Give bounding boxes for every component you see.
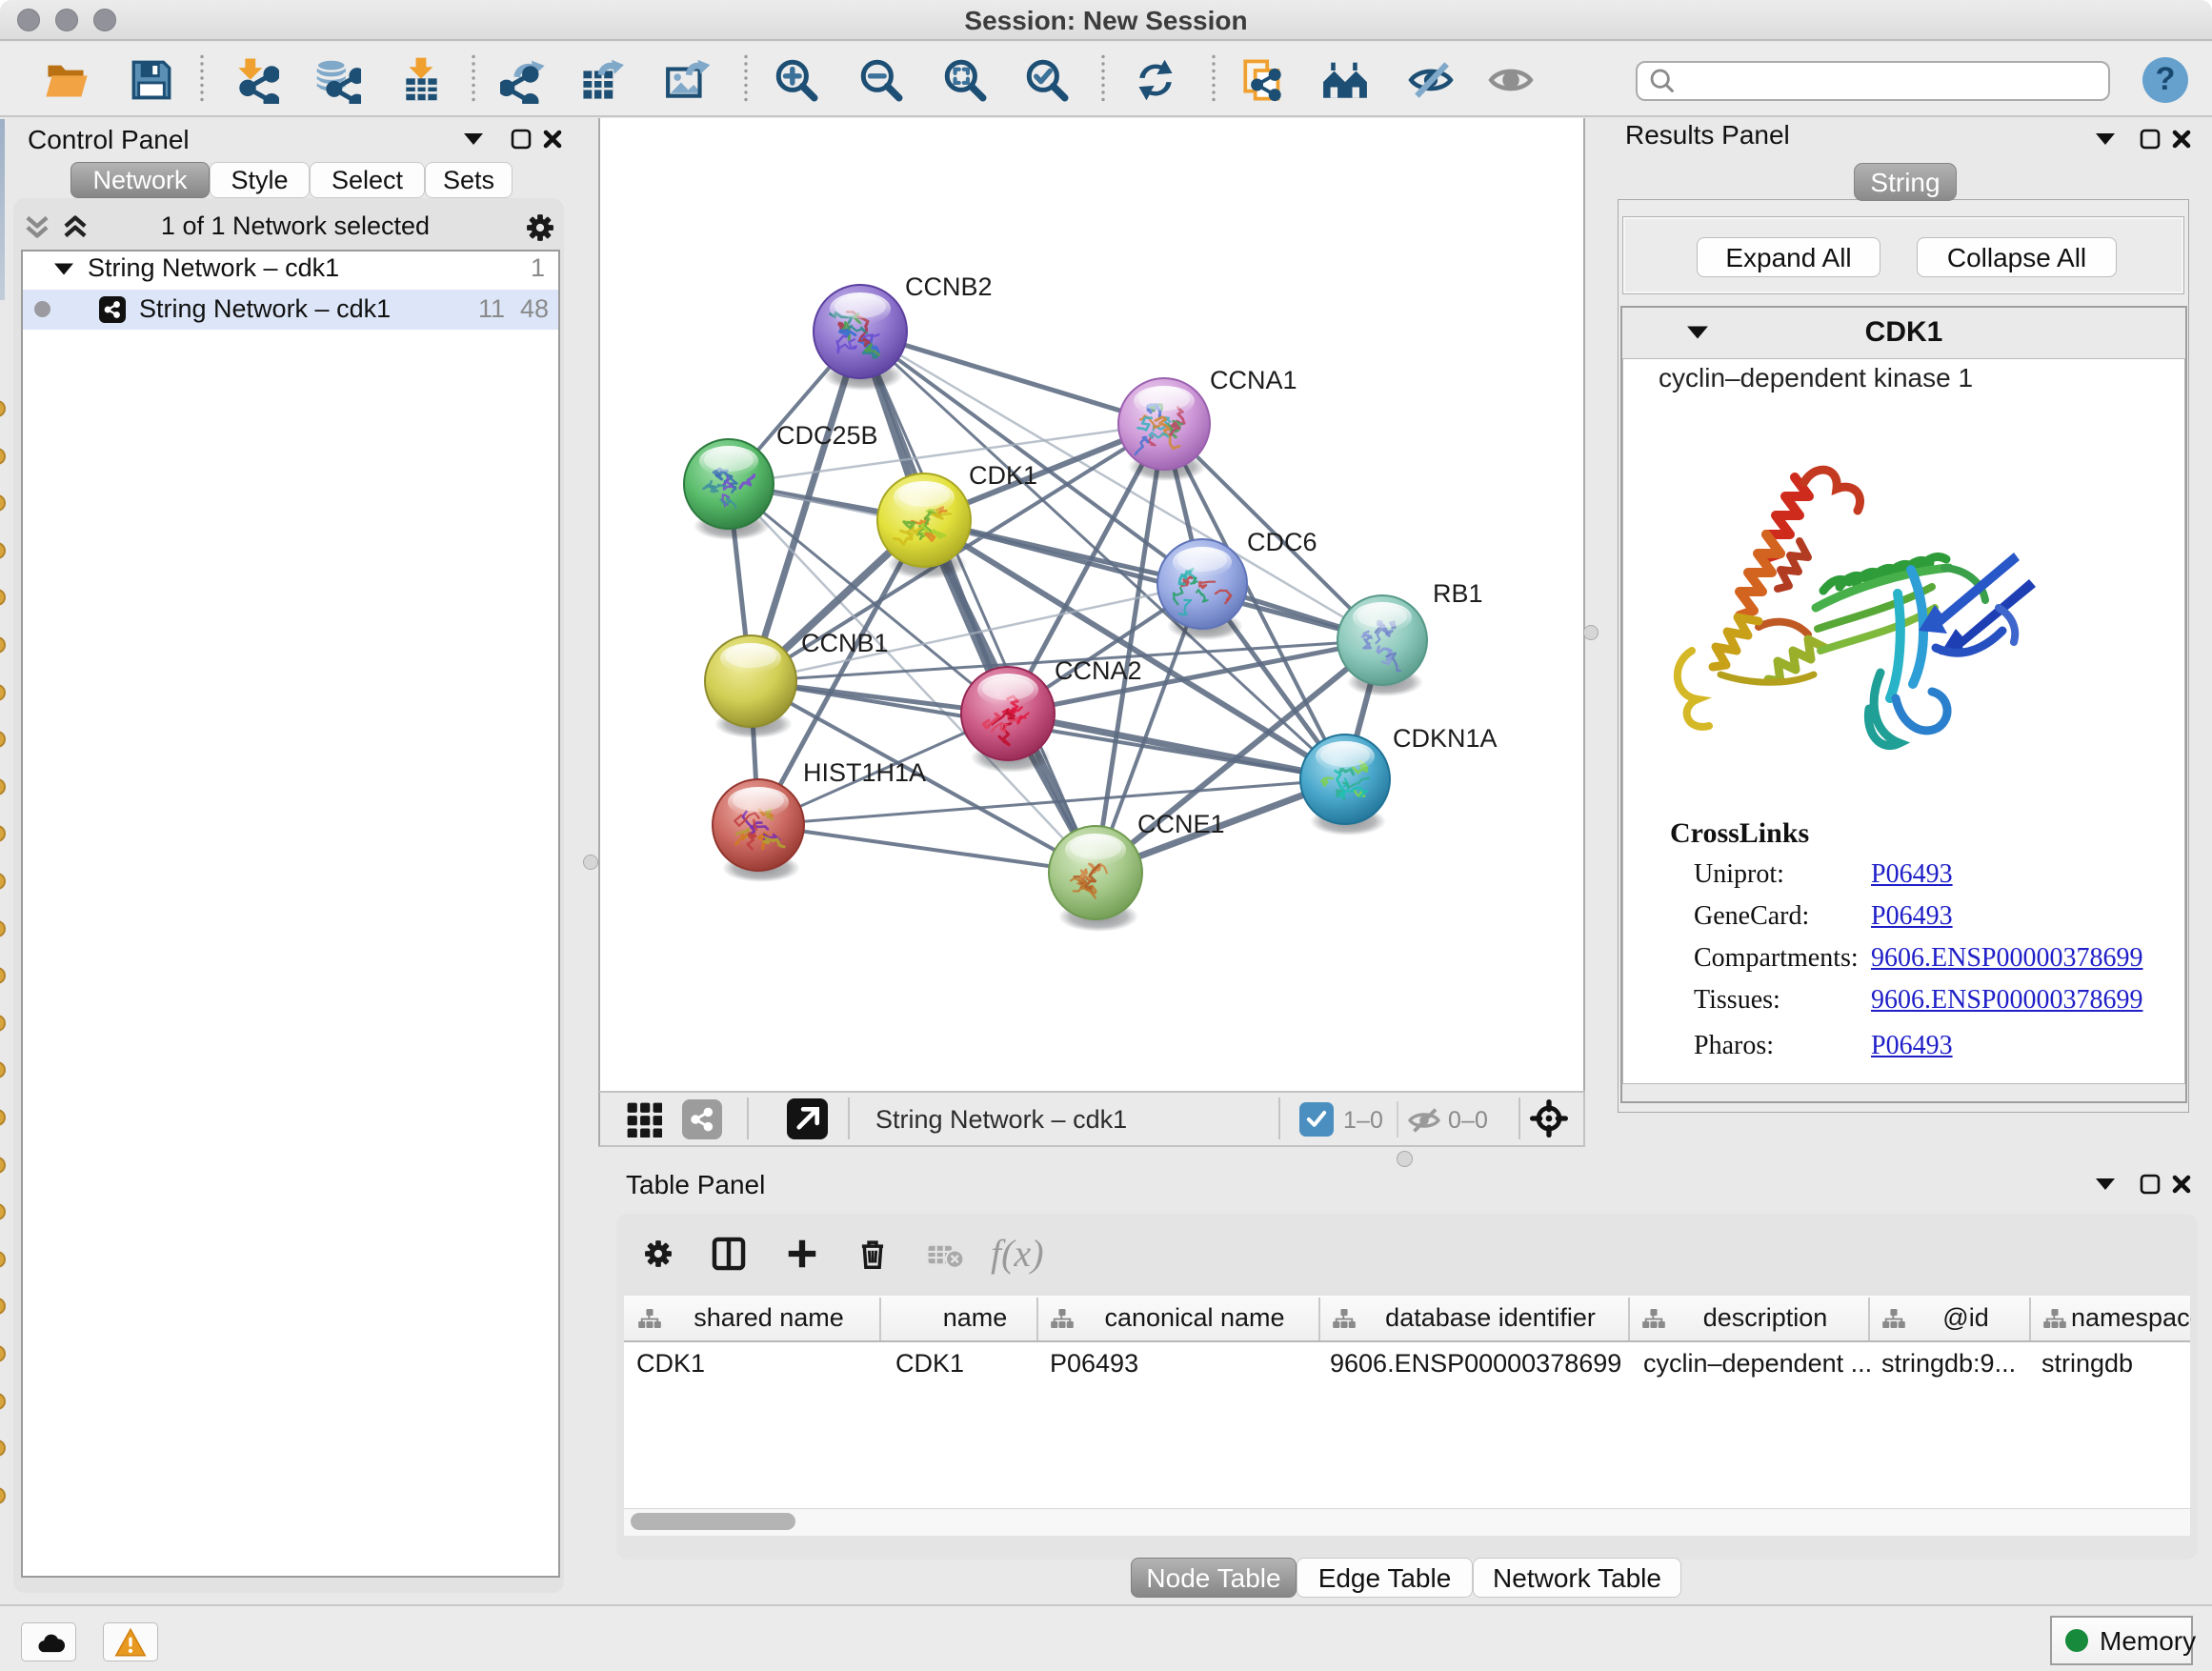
svg-text:CCNB1: CCNB1 [801, 629, 889, 657]
svg-text:HIST1H1A: HIST1H1A [803, 758, 926, 787]
svg-text:RB1: RB1 [1433, 579, 1483, 608]
svg-text:CCNB2: CCNB2 [905, 272, 993, 301]
svg-text:CDC6: CDC6 [1247, 528, 1317, 556]
svg-text:CCNA2: CCNA2 [1055, 656, 1142, 685]
svg-text:CDK1: CDK1 [969, 461, 1037, 490]
svg-text:CDKN1A: CDKN1A [1393, 724, 1498, 753]
svg-text:CCNE1: CCNE1 [1137, 810, 1225, 838]
svg-text:CCNA1: CCNA1 [1210, 366, 1297, 394]
svg-text:CDC25B: CDC25B [776, 421, 878, 450]
